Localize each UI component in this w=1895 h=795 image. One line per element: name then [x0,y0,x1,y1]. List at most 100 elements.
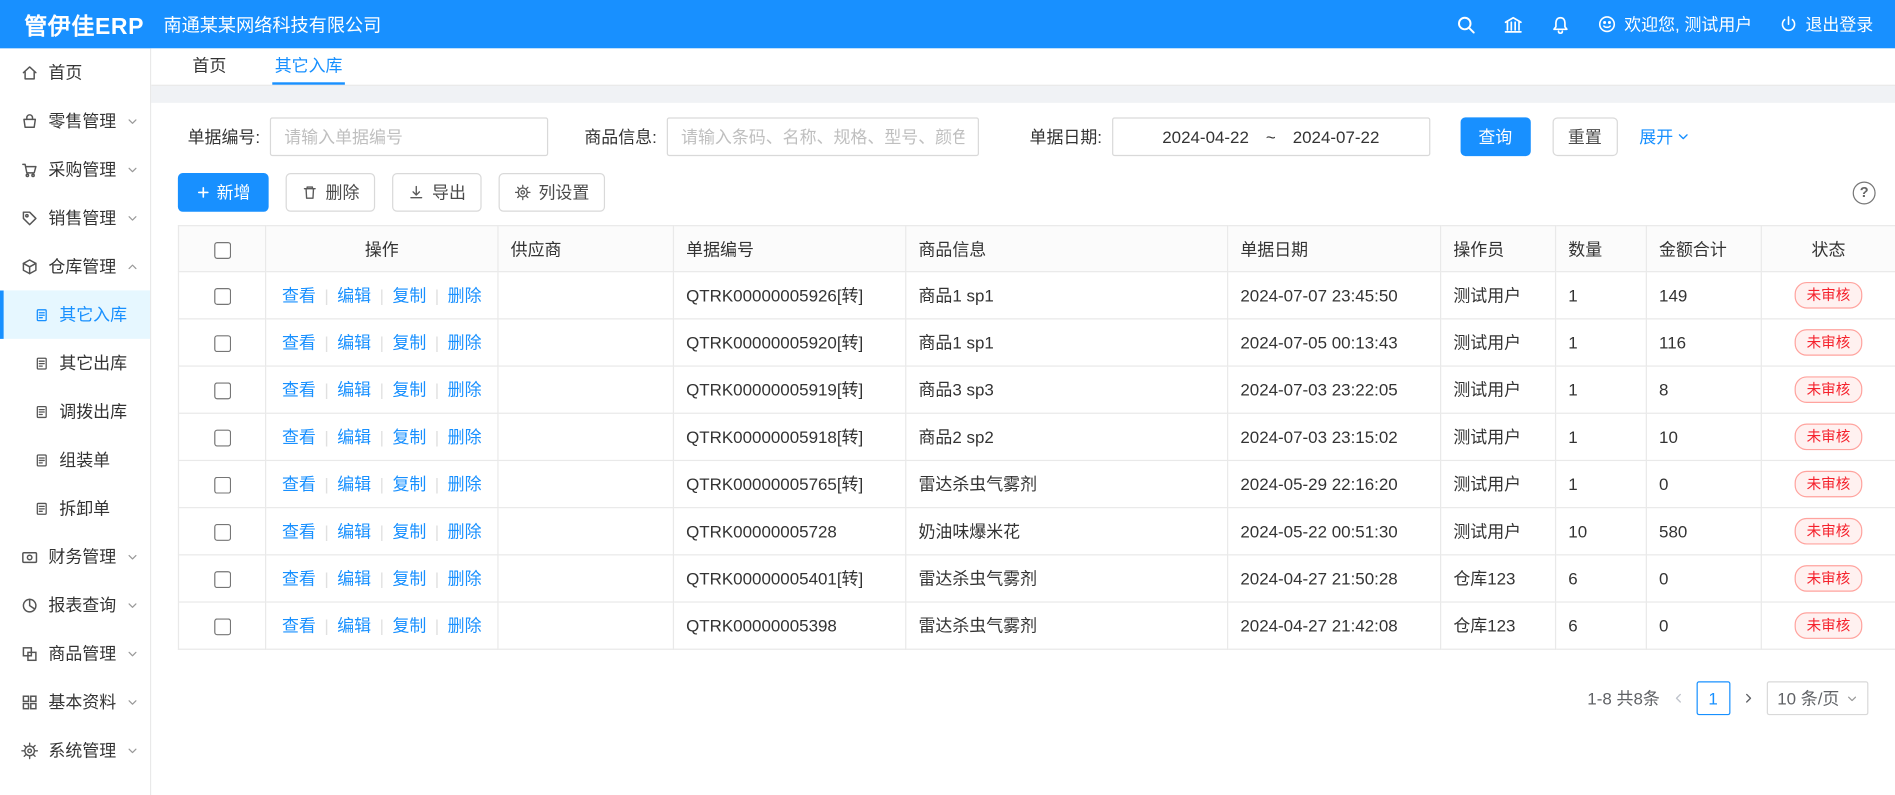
supplier-cell [498,508,673,555]
page-size-select[interactable]: 10 条/页 [1766,681,1868,715]
goods-icon [21,644,39,662]
main-area: 首页 其它入库 单据编号: 商品信息: 单据日期: 2024-04-22 ~ 2… [151,48,1895,795]
col-date: 单据日期 [1228,226,1441,272]
col-actions: 操作 [266,226,498,272]
edit-link[interactable]: 编辑 [316,522,371,541]
delete-link[interactable]: 删除 [426,616,481,635]
chevron-down-icon [127,696,138,707]
user-menu[interactable]: 欢迎您, 测试用户 [1598,12,1753,36]
content-panel: 单据编号: 商品信息: 单据日期: 2024-04-22 ~ 2024-07-2… [151,103,1895,795]
view-link[interactable]: 查看 [282,616,316,635]
sidebar-item-finance[interactable]: 财务管理 [0,532,150,580]
view-link[interactable]: 查看 [282,427,316,446]
view-link[interactable]: 查看 [282,522,316,541]
finance-icon [21,548,39,566]
prev-page-icon[interactable] [1672,692,1684,704]
page-number[interactable]: 1 [1696,681,1730,715]
logout-button[interactable]: 退出登录 [1779,12,1873,36]
sidebar-item-other-out[interactable]: 其它出库 [0,339,150,387]
copy-link[interactable]: 复制 [371,286,426,305]
search-icon[interactable] [1456,14,1477,35]
search-button[interactable]: 查询 [1460,117,1530,156]
view-link[interactable]: 查看 [282,380,316,399]
tab-home[interactable]: 首页 [190,48,229,84]
filter-bar: 单据编号: 商品信息: 单据日期: 2024-04-22 ~ 2024-07-2… [151,115,1895,159]
status-cell: 未审核 [1761,413,1895,460]
row-checkbox[interactable] [214,288,231,305]
chevron-down-icon [127,551,138,562]
qty-cell: 1 [1556,460,1647,507]
expand-link[interactable]: 展开 [1639,125,1689,149]
view-link[interactable]: 查看 [282,286,316,305]
copy-link[interactable]: 复制 [371,333,426,352]
add-button[interactable]: 新增 [178,173,269,212]
sidebar-item-sales[interactable]: 销售管理 [0,194,150,242]
bank-icon[interactable] [1503,14,1524,35]
delete-link[interactable]: 删除 [426,286,481,305]
delete-link[interactable]: 删除 [426,474,481,493]
operator-cell: 测试用户 [1441,460,1556,507]
copy-link[interactable]: 复制 [371,569,426,588]
row-checkbox[interactable] [214,383,231,400]
view-link[interactable]: 查看 [282,333,316,352]
export-button[interactable]: 导出 [392,173,482,212]
copy-link[interactable]: 复制 [371,380,426,399]
reset-button[interactable]: 重置 [1552,117,1617,156]
column-settings-button[interactable]: 列设置 [499,173,605,212]
row-checkbox[interactable] [214,524,231,541]
sidebar-item-transfer-out[interactable]: 调拨出库 [0,387,150,435]
date-cell: 2024-07-03 23:15:02 [1228,413,1441,460]
delete-button[interactable]: 删除 [286,173,376,212]
chevron-down-icon [127,164,138,175]
sidebar-item-warehouse[interactable]: 仓库管理 [0,242,150,290]
select-all-checkbox[interactable] [214,242,231,259]
row-checkbox[interactable] [214,477,231,494]
goods-info-input[interactable] [667,117,979,156]
edit-link[interactable]: 编辑 [316,380,371,399]
chevron-down-icon [1847,693,1858,704]
supplier-cell [498,319,673,366]
copy-link[interactable]: 复制 [371,474,426,493]
bell-icon[interactable] [1550,14,1571,35]
sidebar-item-purchase[interactable]: 采购管理 [0,145,150,193]
row-checkbox[interactable] [214,430,231,447]
edit-link[interactable]: 编辑 [316,286,371,305]
row-checkbox[interactable] [214,619,231,636]
delete-link[interactable]: 删除 [426,569,481,588]
delete-link[interactable]: 删除 [426,380,481,399]
next-page-icon[interactable] [1742,692,1754,704]
row-checkbox[interactable] [214,335,231,352]
copy-link[interactable]: 复制 [371,522,426,541]
delete-link[interactable]: 删除 [426,333,481,352]
edit-link[interactable]: 编辑 [316,427,371,446]
document-icon [34,500,50,516]
doc-no-input[interactable] [270,117,548,156]
sidebar-item-assembly[interactable]: 组装单 [0,436,150,484]
delete-link[interactable]: 删除 [426,522,481,541]
sidebar-item-disassembly[interactable]: 拆卸单 [0,484,150,532]
edit-link[interactable]: 编辑 [316,616,371,635]
sidebar-item-other-in[interactable]: 其它入库 [0,290,150,338]
help-icon[interactable]: ? [1853,181,1876,204]
sidebar-item-goods[interactable]: 商品管理 [0,629,150,677]
gear-icon [514,184,531,201]
edit-link[interactable]: 编辑 [316,569,371,588]
view-link[interactable]: 查看 [282,474,316,493]
row-checkbox[interactable] [214,571,231,588]
delete-link[interactable]: 删除 [426,427,481,446]
qty-cell: 1 [1556,366,1647,413]
sidebar-item-retail[interactable]: 零售管理 [0,97,150,145]
sales-icon [21,209,39,227]
edit-link[interactable]: 编辑 [316,474,371,493]
sidebar-item-report[interactable]: 报表查询 [0,581,150,629]
sidebar-item-base-data[interactable]: 基本资料 [0,678,150,726]
sidebar-item-system[interactable]: 系统管理 [0,726,150,774]
date-range-picker[interactable]: 2024-04-22 ~ 2024-07-22 [1112,117,1430,156]
amount-cell: 0 [1646,555,1761,602]
edit-link[interactable]: 编辑 [316,333,371,352]
view-link[interactable]: 查看 [282,569,316,588]
sidebar-item-home[interactable]: 首页 [0,48,150,96]
copy-link[interactable]: 复制 [371,616,426,635]
tab-other-in[interactable]: 其它入库 [272,48,345,84]
copy-link[interactable]: 复制 [371,427,426,446]
